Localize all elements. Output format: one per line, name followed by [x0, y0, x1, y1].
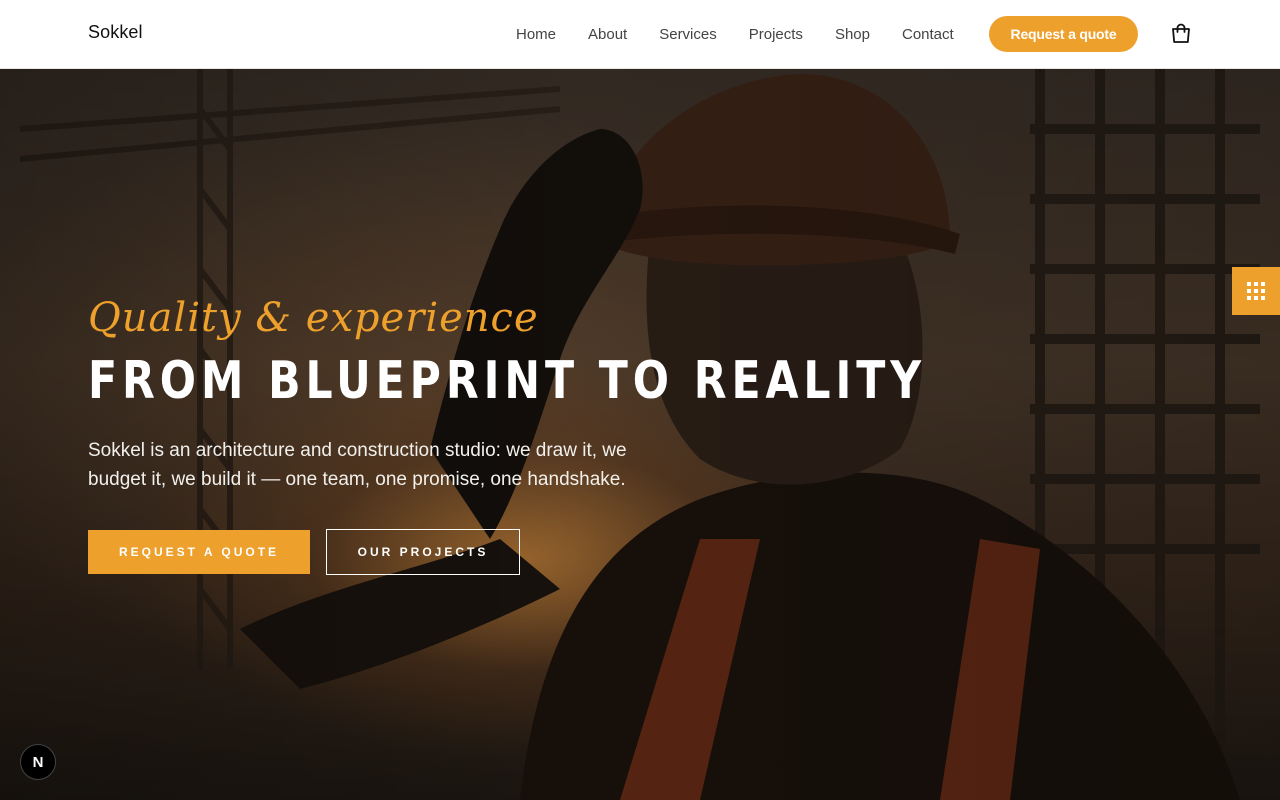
nav-shop[interactable]: Shop	[835, 26, 870, 43]
hero-lead-text: Sokkel is an architecture and constructi…	[88, 440, 627, 490]
grid-dots-icon	[1247, 282, 1265, 300]
brand-logo[interactable]: Sokkel	[88, 22, 143, 43]
shopping-bag-icon[interactable]	[1169, 22, 1193, 46]
nav-projects[interactable]: Projects	[749, 26, 803, 43]
hero-request-quote-button[interactable]: REQUEST A QUOTE	[88, 530, 310, 574]
main-nav: Home About Services Projects Shop Contac…	[500, 0, 986, 69]
nav-home[interactable]: Home	[516, 26, 556, 43]
hero-title: FROM BLUEPRINT TO REALITY	[88, 351, 927, 411]
nav-about[interactable]: About	[588, 26, 627, 43]
dev-badge[interactable]: N	[20, 744, 56, 780]
hero-overlay	[0, 69, 1280, 800]
nav-services[interactable]: Services	[659, 26, 717, 43]
request-quote-button[interactable]: Request a quote	[989, 16, 1138, 52]
hero-script-title: Quality & experience	[88, 295, 539, 341]
our-projects-button[interactable]: OUR PROJECTS	[326, 529, 520, 575]
side-menu-tab[interactable]	[1232, 267, 1280, 315]
site-header: Sokkel Home About Services Projects Shop…	[0, 0, 1280, 69]
nav-contact[interactable]: Contact	[902, 26, 954, 43]
hero-section: Quality & experience FROM BLUEPRINT TO R…	[0, 69, 1280, 800]
